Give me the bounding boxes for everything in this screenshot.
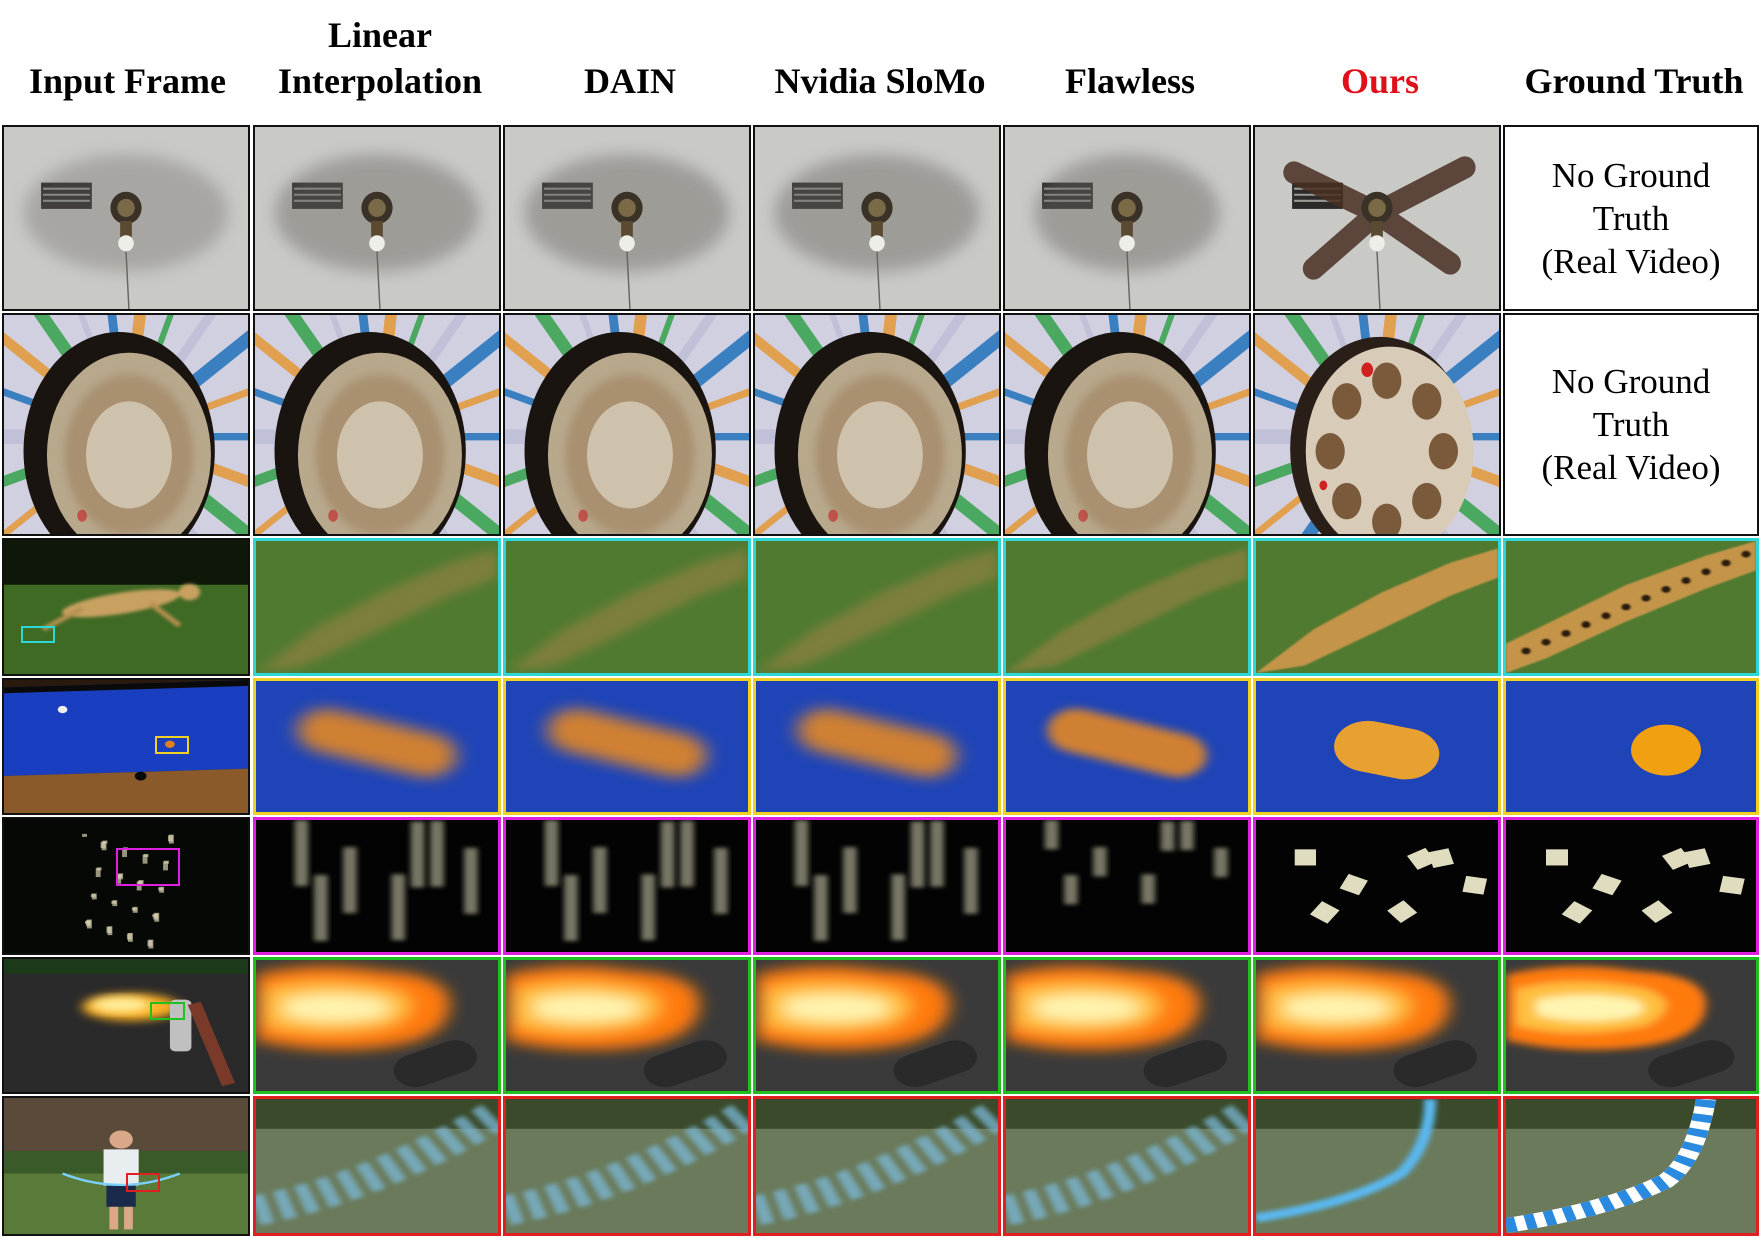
flamethrower-slomo-image — [753, 957, 1001, 1094]
flamethrower-input-image — [2, 957, 250, 1094]
falling-dice-flawless-image — [1003, 817, 1251, 955]
flamethrower-gt-image — [1503, 957, 1759, 1094]
flamethrower-dain-image — [503, 957, 751, 1094]
billiard-ball-input-image — [2, 678, 250, 815]
no-ground-truth-label: No Ground Truth (Real Video) — [1541, 362, 1721, 487]
jump-rope-flawless-image — [1003, 1096, 1251, 1236]
cheetah-flawless-image — [1003, 538, 1251, 676]
ceiling-fan-dain-image — [503, 125, 751, 311]
billiard-ball-linear-image — [253, 678, 501, 815]
billiard-ball-ours-image — [1253, 678, 1501, 815]
billiard-ball-flawless-image — [1003, 678, 1251, 815]
billiard-ball-dain-image — [503, 678, 751, 815]
falling-dice-dain-image — [503, 817, 751, 955]
zoom-region-box — [155, 735, 190, 755]
spinning-disc-flawless-image — [1003, 313, 1251, 536]
ceiling-fan-flawless-image — [1003, 125, 1251, 311]
billiard-ball-slomo-image — [753, 678, 1001, 815]
spinning-disc-linear-image — [253, 313, 501, 536]
spinning-disc-ours-image — [1253, 313, 1501, 536]
billiard-ball-gt-image — [1503, 678, 1759, 815]
cheetah-slomo-image — [753, 538, 1001, 676]
ceiling-fan-slomo-image — [753, 125, 1001, 311]
falling-dice-input-image — [2, 817, 250, 955]
zoom-region-box — [150, 1001, 185, 1021]
ceiling-fan-input-image — [2, 125, 250, 311]
falling-dice-linear-image — [253, 817, 501, 955]
spinning-disc-dain-image — [503, 313, 751, 536]
header-ground-truth: Ground Truth — [1524, 61, 1744, 101]
spinning-disc-slomo-image — [753, 313, 1001, 536]
header-flawless: Flawless — [1065, 61, 1195, 101]
ceiling-fan-ours-image — [1253, 125, 1501, 311]
jump-rope-gt-image — [1503, 1096, 1759, 1236]
falling-dice-slomo-image — [753, 817, 1001, 955]
jump-rope-ours-image — [1253, 1096, 1501, 1236]
zoom-region-box — [126, 1172, 161, 1192]
falling-dice-gt-image — [1503, 817, 1759, 955]
cheetah-linear-image — [253, 538, 501, 676]
flamethrower-linear-image — [253, 957, 501, 1094]
ceiling-fan-linear-image — [253, 125, 501, 311]
jump-rope-slomo-image — [753, 1096, 1001, 1236]
ceiling-fan-no-ground-truth: No Ground Truth (Real Video) — [1503, 125, 1759, 311]
cheetah-gt-image — [1503, 538, 1759, 676]
jump-rope-linear-image — [253, 1096, 501, 1236]
header-linear-interpolation: Linear Interpolation — [277, 15, 482, 101]
zoom-region-box — [116, 848, 180, 886]
spinning-disc-input-image — [2, 313, 250, 536]
cheetah-input-image — [2, 538, 250, 676]
jump-rope-dain-image — [503, 1096, 751, 1236]
header-nvidia-slomo: Nvidia SloMo — [774, 61, 986, 101]
no-ground-truth-label: No Ground Truth (Real Video) — [1541, 155, 1721, 281]
falling-dice-ours-image — [1253, 817, 1501, 955]
header-dain: DAIN — [583, 61, 676, 101]
flamethrower-ours-image — [1253, 957, 1501, 1094]
cheetah-dain-image — [503, 538, 751, 676]
cheetah-ours-image — [1253, 538, 1501, 676]
header-input-frame: Input Frame — [29, 61, 226, 101]
jump-rope-input-image — [2, 1096, 250, 1236]
flamethrower-flawless-image — [1003, 957, 1251, 1094]
header-ours: Ours — [1340, 61, 1419, 101]
zoom-region-box — [21, 625, 56, 644]
spinning-disc-no-ground-truth: No Ground Truth (Real Video) — [1503, 313, 1759, 536]
